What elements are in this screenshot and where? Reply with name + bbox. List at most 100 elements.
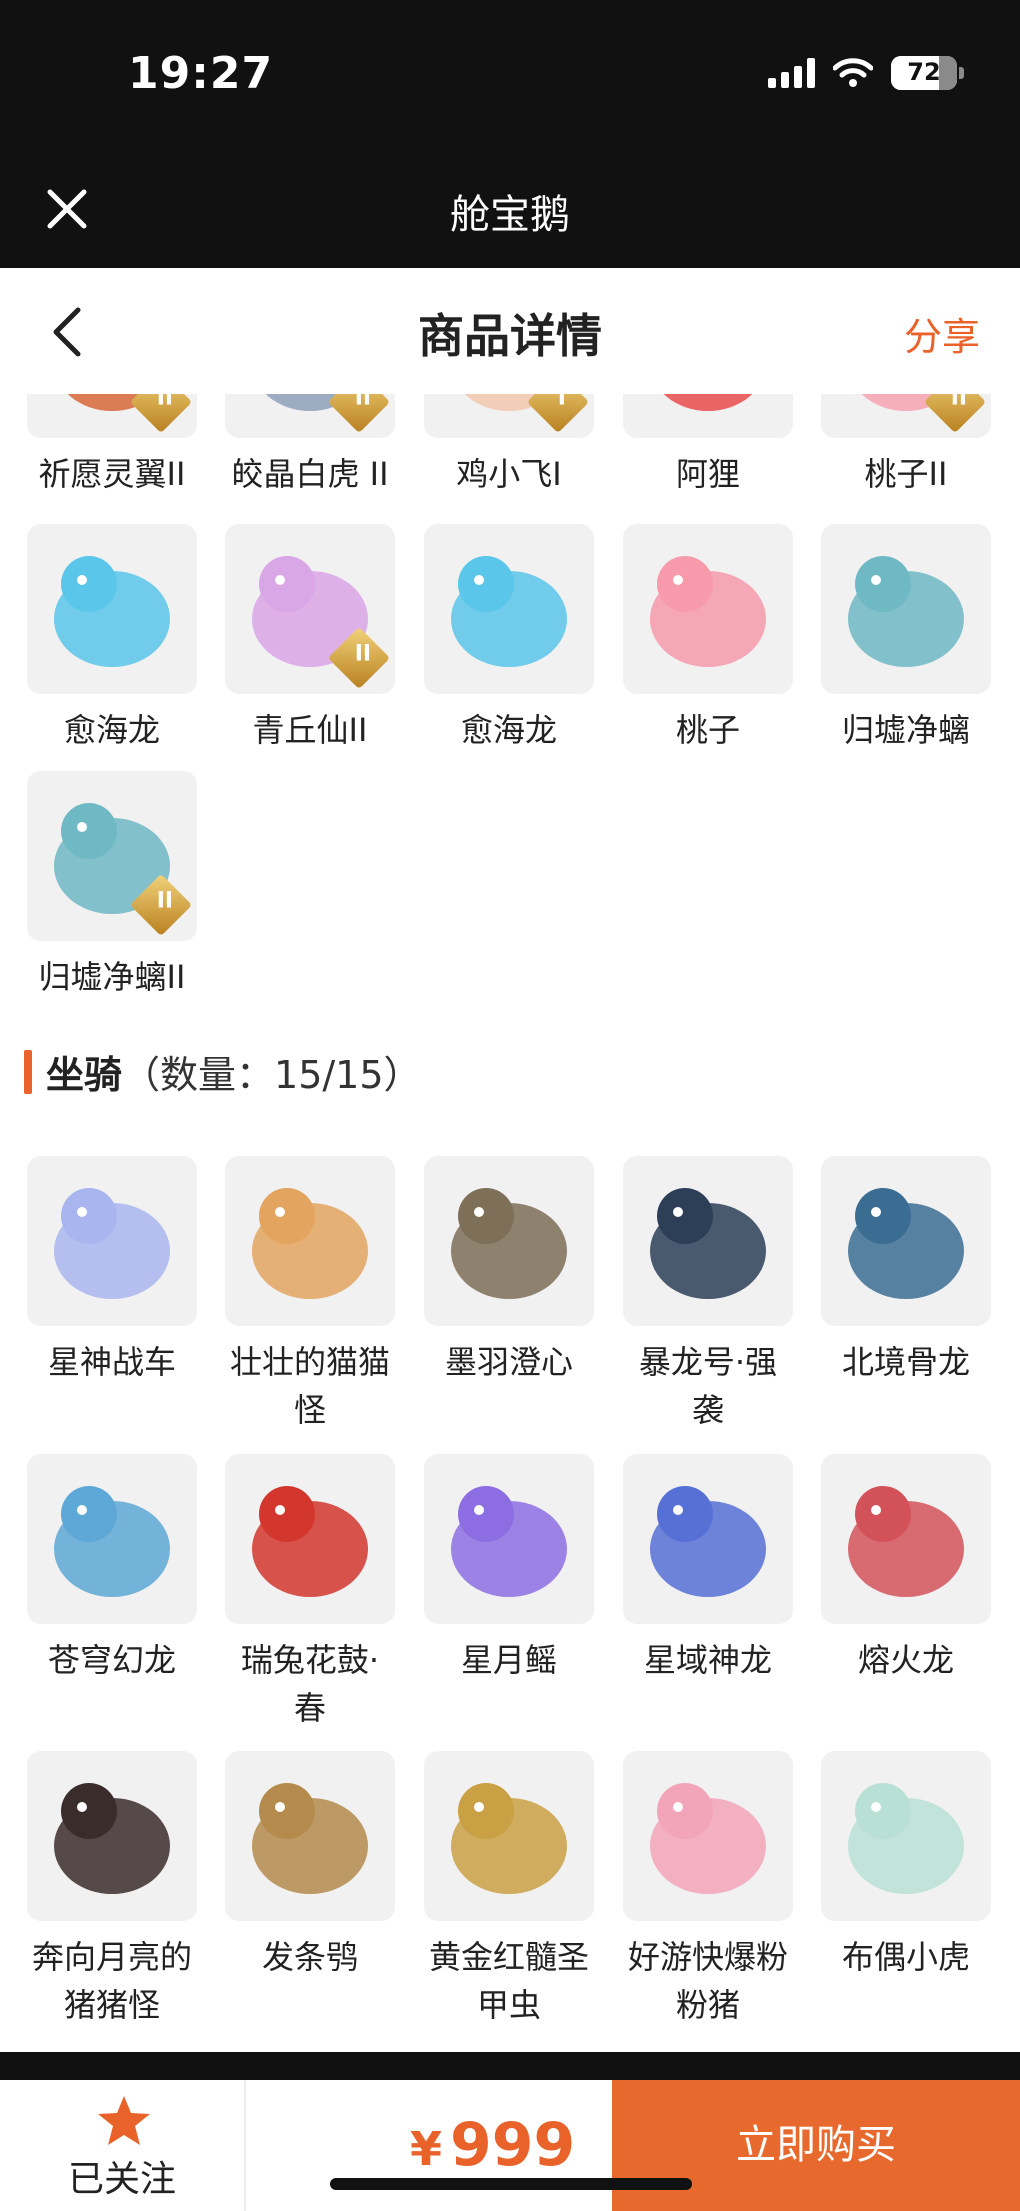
price-amount: 999 [450, 2110, 576, 2180]
item-image [663, 394, 753, 411]
item-image [650, 1188, 766, 1299]
item-name: 布偶小虎 [841, 1938, 970, 1976]
product-detail-content[interactable]: 坐骑 （数量：15/15） II 祈愿灵翼II II 皎晶白虎 II I 鸡小飞I 阿狸 II… [0, 394, 1020, 2052]
list-item[interactable]: 苍穹幻龙 [27, 1454, 197, 1684]
list-item[interactable]: 黄金红髓圣甲虫 [424, 1751, 594, 2029]
signal-icon [768, 58, 815, 88]
item-thumbnail [424, 524, 594, 694]
item-image [650, 1486, 766, 1597]
star-icon [98, 2096, 150, 2145]
tier-label: II [354, 394, 372, 411]
section-title: 坐骑 [46, 1053, 123, 1097]
list-item[interactable]: 瑞兔花鼓·春 [225, 1454, 395, 1732]
app-bar: 舱宝鹅 [0, 150, 1020, 268]
item-image [451, 1486, 567, 1597]
section-accent-bar [24, 1049, 32, 1094]
item-thumbnail [623, 1751, 793, 1921]
bottom-action-bar: 已关注 ¥999 立即购买 [0, 2080, 1020, 2211]
list-item[interactable]: 星月鳐 [424, 1454, 594, 1684]
list-item[interactable]: 发条鸮 [225, 1751, 395, 1981]
tier-label: II [156, 394, 174, 411]
item-thumbnail [27, 1156, 197, 1326]
list-item[interactable]: II 皎晶白虎 II [225, 394, 395, 498]
list-item[interactable]: 好游快爆粉粉猪 [623, 1751, 793, 2029]
item-thumbnail [623, 394, 793, 438]
item-name: 壮壮的猫猫怪 [229, 1343, 390, 1429]
list-item[interactable]: 星神战车 [27, 1156, 197, 1386]
mounts-section-header: 坐骑 （数量：15/15） [24, 1044, 422, 1099]
list-item[interactable]: II 祈愿灵翼II [27, 394, 197, 498]
list-item[interactable]: 愈海龙 [27, 524, 197, 754]
item-name: 愈海龙 [460, 711, 557, 749]
buy-now-button[interactable]: 立即购买 [612, 2080, 1020, 2211]
item-image [451, 1783, 567, 1894]
list-item[interactable]: 星域神龙 [623, 1454, 793, 1684]
item-name: 瑞兔花鼓·春 [240, 1641, 380, 1727]
list-item[interactable]: 阿狸 [623, 394, 793, 498]
item-image [848, 556, 964, 667]
list-item[interactable]: 墨羽澄心 [424, 1156, 594, 1386]
item-name: 好游快爆粉粉猪 [627, 1938, 788, 2024]
list-item[interactable]: 奔向月亮的猪猪怪 [27, 1751, 197, 2029]
item-image [848, 1188, 964, 1299]
list-item[interactable]: 桃子 [623, 524, 793, 754]
item-thumbnail [424, 1751, 594, 1921]
item-thumbnail [821, 524, 991, 694]
item-name: 星域神龙 [643, 1641, 772, 1679]
item-image [650, 1783, 766, 1894]
follow-button[interactable]: 已关注 [0, 2080, 244, 2211]
item-thumbnail: II [27, 394, 197, 438]
list-item[interactable]: 熔火龙 [821, 1454, 991, 1684]
item-thumbnail [821, 1751, 991, 1921]
item-name: 归墟净螭 [841, 711, 970, 749]
item-name: 奔向月亮的猪猪怪 [31, 1938, 192, 2024]
item-name: 归墟净螭II [38, 958, 186, 996]
item-name: 黄金红髓圣甲虫 [428, 1938, 589, 2024]
divider [244, 2080, 246, 2211]
item-thumbnail [623, 1454, 793, 1624]
item-image [54, 1783, 170, 1894]
list-item[interactable]: II 桃子II [821, 394, 991, 498]
list-item[interactable]: 暴龙号·强袭 [623, 1156, 793, 1434]
page-title: 商品详情 [418, 309, 602, 363]
list-item[interactable]: 归墟净螭 [821, 524, 991, 754]
item-name: 皎晶白虎 II [231, 455, 389, 493]
list-item[interactable]: 壮壮的猫猫怪 [225, 1156, 395, 1434]
item-image [848, 1783, 964, 1894]
item-thumbnail: II [27, 771, 197, 941]
item-thumbnail [821, 1156, 991, 1326]
item-thumbnail: I [424, 394, 594, 438]
home-indicator [330, 2178, 692, 2190]
item-name: 发条鸮 [261, 1938, 358, 1976]
nav-bar: 商品详情 分享 [0, 268, 1020, 394]
tier-label: II [354, 641, 372, 667]
price-currency: ¥ [410, 2122, 443, 2176]
item-image [252, 1486, 368, 1597]
list-item[interactable]: I 鸡小飞I [424, 394, 594, 498]
section-count: （数量：15/15） [122, 1053, 422, 1097]
list-item[interactable]: 愈海龙 [424, 524, 594, 754]
item-image [54, 1486, 170, 1597]
item-thumbnail [623, 1156, 793, 1326]
item-thumbnail: II [821, 394, 991, 438]
item-name: 桃子 [675, 711, 740, 749]
item-image [252, 1188, 368, 1299]
app-title: 舱宝鹅 [450, 192, 570, 238]
item-name: 星神战车 [47, 1343, 176, 1381]
item-thumbnail [424, 1156, 594, 1326]
item-name: 鸡小飞I [456, 455, 562, 493]
list-item[interactable]: 布偶小虎 [821, 1751, 991, 1981]
item-image [54, 1188, 170, 1299]
list-item[interactable]: II 归墟净螭II [27, 771, 197, 1001]
price: ¥999 [410, 2110, 575, 2180]
item-image [451, 1188, 567, 1299]
item-thumbnail: II [225, 524, 395, 694]
list-item[interactable]: II 青丘仙II [225, 524, 395, 754]
share-button[interactable]: 分享 [904, 306, 980, 361]
item-thumbnail [27, 1751, 197, 1921]
list-item[interactable]: 北境骨龙 [821, 1156, 991, 1386]
item-name: 星月鳐 [460, 1641, 557, 1679]
battery-percent: 72 [907, 58, 941, 86]
battery-icon: 72 [891, 56, 957, 90]
item-name: 熔火龙 [857, 1641, 954, 1679]
